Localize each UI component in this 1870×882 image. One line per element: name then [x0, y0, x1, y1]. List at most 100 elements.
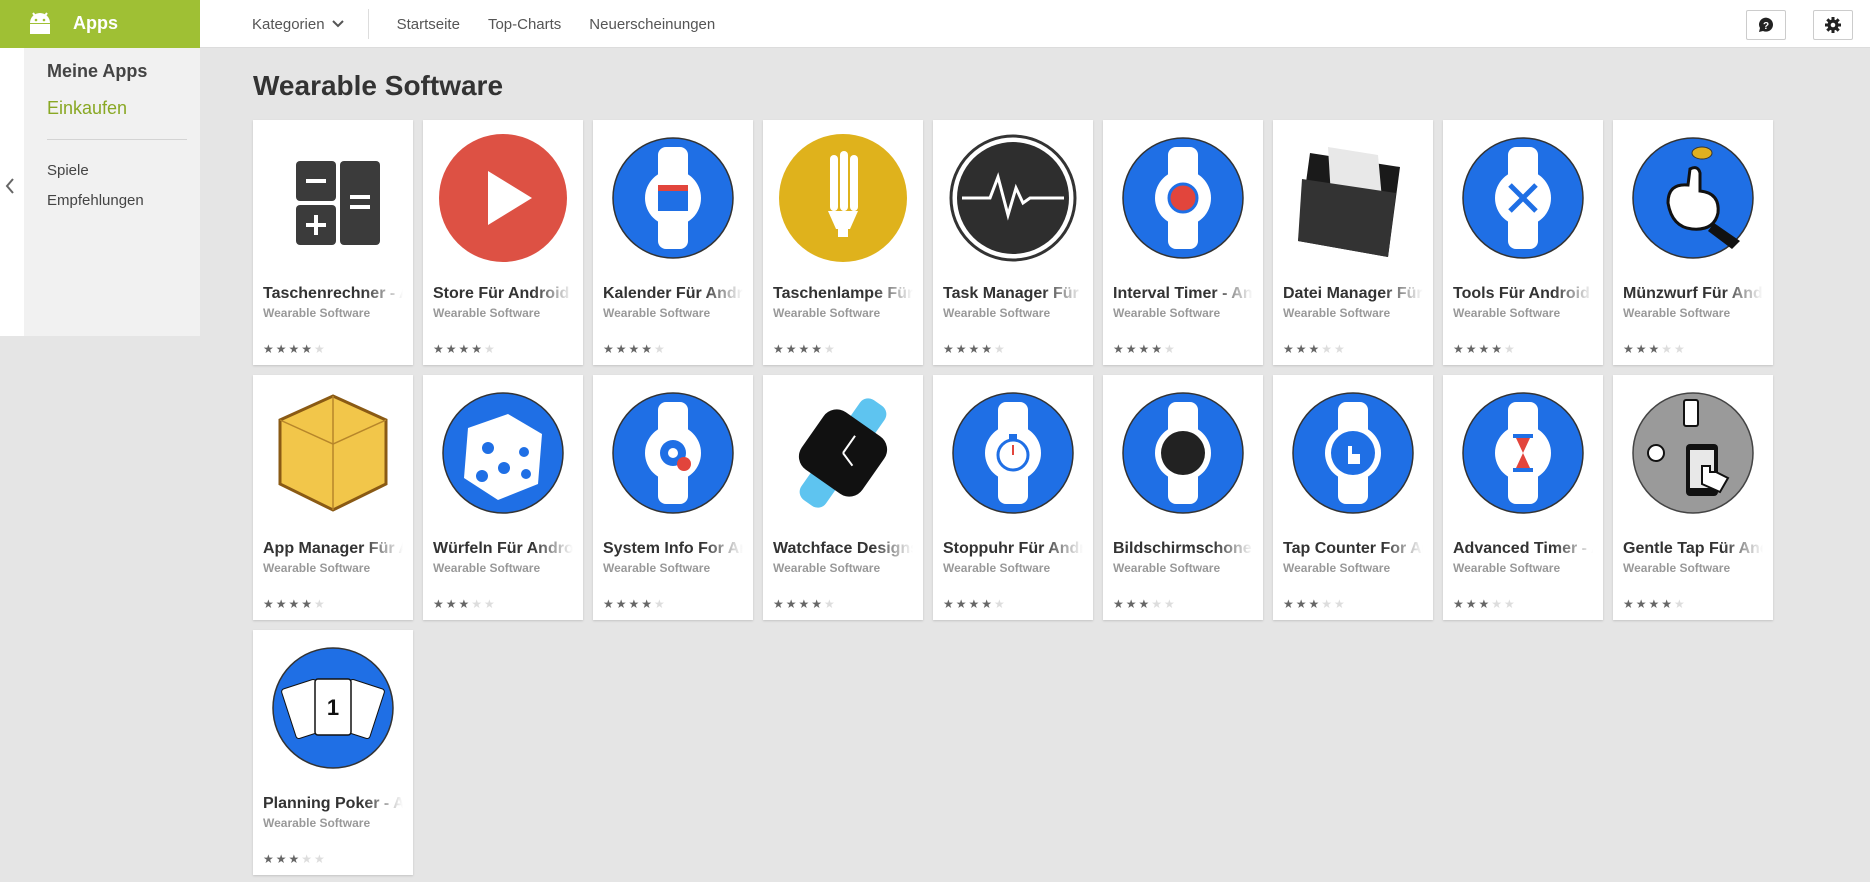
chevron-left-icon[interactable] [5, 178, 15, 194]
app-developer[interactable]: Wearable Software [603, 306, 710, 320]
flashlight-icon [779, 134, 907, 262]
app-developer[interactable]: Wearable Software [943, 561, 1050, 575]
app-card[interactable]: Datei Manager Für Wearable Software ★★★★… [1273, 120, 1433, 365]
sidebar: Meine Apps Einkaufen Spiele Empfehlungen [0, 48, 200, 336]
app-developer[interactable]: Wearable Software [263, 561, 370, 575]
sidebar-item-meine-apps[interactable]: Meine Apps [47, 61, 147, 82]
app-developer[interactable]: Wearable Software [263, 816, 370, 830]
app-developer[interactable]: Wearable Software [1623, 306, 1730, 320]
hourglass-watch-icon [1462, 392, 1584, 514]
screensaver-watch-icon [1122, 392, 1244, 514]
app-card[interactable]: Advanced Timer - A Wearable Software ★★★… [1443, 375, 1603, 620]
calendar-watch-icon [612, 137, 734, 259]
app-card[interactable]: Interval Timer - An Wearable Software ★★… [1103, 120, 1263, 365]
app-card[interactable]: Münzwurf Für Andr Wearable Software ★★★★… [1613, 120, 1773, 365]
app-title[interactable]: Datei Manager Für [1283, 285, 1423, 303]
app-card[interactable]: Stoppuhr Für Andro Wearable Software ★★★… [933, 375, 1093, 620]
help-button[interactable]: ? [1746, 10, 1786, 40]
svg-text:?: ? [1763, 21, 1769, 32]
page-title: Wearable Software [253, 70, 504, 101]
app-developer[interactable]: Wearable Software [1113, 561, 1220, 575]
app-title[interactable]: Gentle Tap Für And [1623, 540, 1763, 558]
app-card[interactable]: System Info For An Wearable Software ★★★… [593, 375, 753, 620]
rating-stars: ★★★★★ [773, 597, 837, 611]
app-title[interactable]: Task Manager Für A [943, 285, 1083, 303]
rating-stars: ★★★★★ [943, 597, 1007, 611]
app-developer[interactable]: Wearable Software [773, 306, 880, 320]
app-developer[interactable]: Wearable Software [433, 306, 540, 320]
app-title[interactable]: Watchface Designs [773, 540, 913, 558]
system-info-watch-icon [612, 392, 734, 514]
app-card[interactable]: Würfeln Für Android Wearable Software ★★… [423, 375, 583, 620]
top-nav: Kategorien Startseite Top-Charts Neuersc… [252, 0, 715, 48]
app-title[interactable]: Taschenrechner - A [263, 285, 403, 303]
app-card[interactable]: Tap Counter For An Wearable Software ★★★… [1273, 375, 1433, 620]
sidebar-item-empfehlungen[interactable]: Empfehlungen [47, 192, 144, 209]
rating-stars: ★★★★★ [433, 597, 497, 611]
android-icon [30, 12, 50, 34]
app-title[interactable]: Planning Poker - Ar [263, 795, 403, 813]
app-title[interactable]: Interval Timer - An [1113, 285, 1253, 303]
app-developer[interactable]: Wearable Software [1283, 561, 1390, 575]
rating-stars: ★★★★★ [263, 597, 327, 611]
app-title[interactable]: System Info For An [603, 540, 743, 558]
app-developer[interactable]: Wearable Software [1453, 306, 1560, 320]
sidebar-item-einkaufen[interactable]: Einkaufen [47, 98, 127, 119]
gentle-tap-icon [1632, 392, 1754, 514]
app-card[interactable]: Tools Für Android W Wearable Software ★★… [1443, 120, 1603, 365]
app-title[interactable]: Tools Für Android W [1453, 285, 1593, 303]
task-manager-icon [949, 134, 1077, 262]
apps-tab[interactable]: Apps [0, 0, 200, 48]
app-title[interactable]: Store Für Android W [433, 285, 573, 303]
app-card[interactable]: Task Manager Für A Wearable Software ★★★… [933, 120, 1093, 365]
app-title[interactable]: Kalender Für Andro [603, 285, 743, 303]
rating-stars: ★★★★★ [1623, 597, 1687, 611]
nav-top-charts[interactable]: Top-Charts [488, 16, 561, 33]
app-developer[interactable]: Wearable Software [773, 561, 880, 575]
settings-button[interactable] [1813, 10, 1853, 40]
nav-neuerscheinungen[interactable]: Neuerscheinungen [589, 16, 715, 33]
app-card[interactable]: Taschenlampe Für A Wearable Software ★★★… [763, 120, 923, 365]
app-title[interactable]: Taschenlampe Für A [773, 285, 913, 303]
gear-icon [1825, 17, 1841, 33]
app-title[interactable]: Advanced Timer - A [1453, 540, 1593, 558]
app-developer[interactable]: Wearable Software [1283, 306, 1390, 320]
app-developer[interactable]: Wearable Software [433, 561, 540, 575]
app-card[interactable]: Taschenrechner - A Wearable Software ★★★… [253, 120, 413, 365]
interval-timer-watch-icon [1122, 137, 1244, 259]
app-title[interactable]: App Manager Für A [263, 540, 403, 558]
rating-stars: ★★★★★ [1113, 342, 1177, 356]
app-developer[interactable]: Wearable Software [1453, 561, 1560, 575]
kategorien-dropdown[interactable]: Kategorien [252, 9, 369, 39]
app-card[interactable]: Gentle Tap Für And Wearable Software ★★★… [1613, 375, 1773, 620]
app-developer[interactable]: Wearable Software [263, 306, 370, 320]
calculator-icon [296, 161, 380, 245]
app-developer[interactable]: Wearable Software [1113, 306, 1220, 320]
app-card[interactable]: Watchface Designs Wearable Software ★★★★… [763, 375, 923, 620]
app-title[interactable]: Würfeln Für Android [433, 540, 573, 558]
app-card[interactable]: Bildschirmschoner Wearable Software ★★★★… [1103, 375, 1263, 620]
app-card[interactable]: Store Für Android W Wearable Software ★★… [423, 120, 583, 365]
nav-startseite[interactable]: Startseite [397, 16, 460, 33]
app-developer[interactable]: Wearable Software [943, 306, 1050, 320]
svg-text:1: 1 [327, 695, 339, 720]
app-developer[interactable]: Wearable Software [1623, 561, 1730, 575]
kategorien-label: Kategorien [252, 15, 325, 33]
app-title[interactable]: Münzwurf Für Andr [1623, 285, 1763, 303]
app-title[interactable]: Stoppuhr Für Andro [943, 540, 1083, 558]
top-bar: Apps Kategorien Startseite Top-Charts Ne… [0, 0, 1870, 48]
app-title[interactable]: Tap Counter For An [1283, 540, 1423, 558]
sidebar-collapse-strip[interactable] [0, 48, 24, 336]
rating-stars: ★★★★★ [1453, 342, 1517, 356]
sidebar-divider [47, 139, 187, 140]
rating-stars: ★★★★★ [1623, 342, 1687, 356]
app-card[interactable]: 1 Planning Poker - Ar Wearable Software … [253, 630, 413, 875]
app-card[interactable]: Kalender Für Andro Wearable Software ★★★… [593, 120, 753, 365]
stopwatch-watch-icon [952, 392, 1074, 514]
app-developer[interactable]: Wearable Software [603, 561, 710, 575]
play-store-icon [439, 134, 567, 262]
app-card[interactable]: App Manager Für A Wearable Software ★★★★… [253, 375, 413, 620]
sidebar-item-spiele[interactable]: Spiele [47, 162, 89, 179]
app-box-icon [278, 394, 388, 512]
app-title[interactable]: Bildschirmschoner [1113, 540, 1253, 558]
